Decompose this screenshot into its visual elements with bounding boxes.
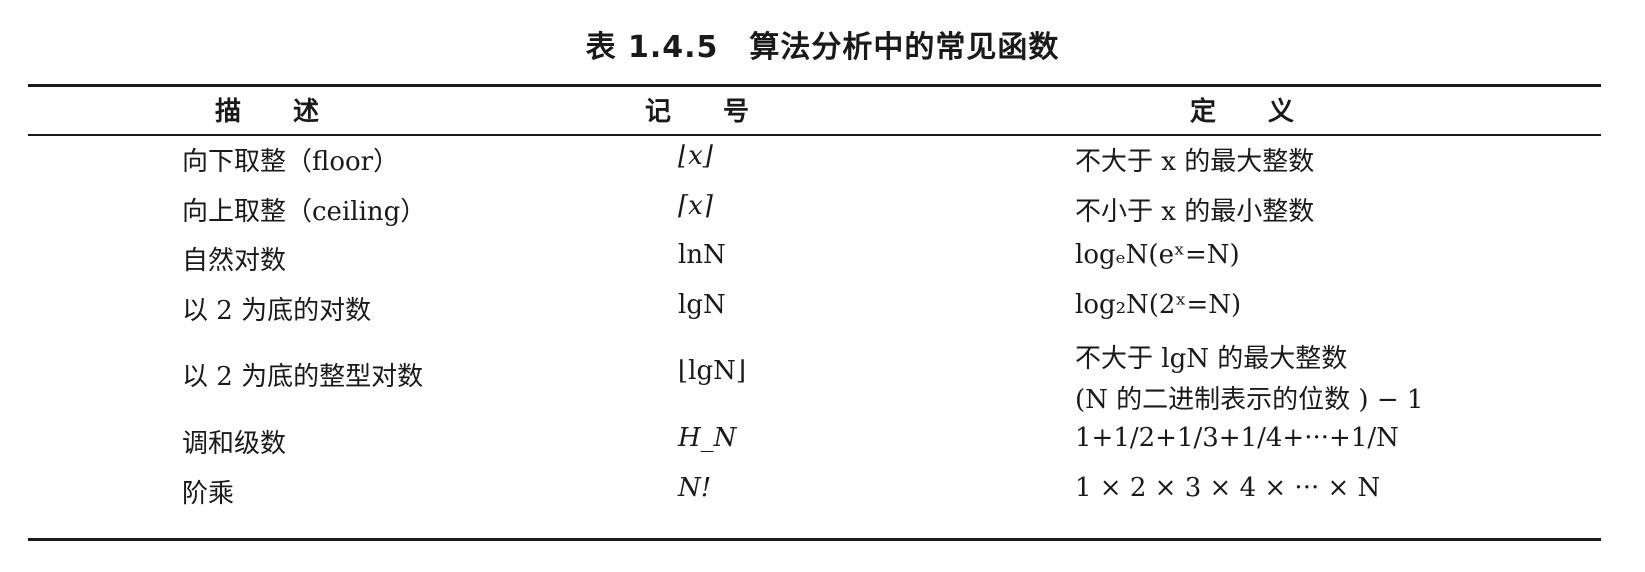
row-notation: N!	[678, 473, 712, 503]
row-notation: H_N	[678, 423, 737, 453]
table-bottom-rule	[28, 538, 1601, 541]
row-notation: lnN	[678, 240, 726, 270]
row-definition: 不大于 x 的最大整数	[1075, 147, 1315, 177]
row-definition: log₂N(2ˣ=N)	[1075, 290, 1242, 320]
row-notation: lgN	[678, 290, 726, 320]
row-definition: 1 × 2 × 3 × 4 × ··· × N	[1075, 473, 1381, 503]
header-notation: 记 号	[645, 97, 750, 127]
table-caption: 表 1.4.5 算法分析中的常见函数	[585, 30, 1060, 65]
page: 表 1.4.5 算法分析中的常见函数 描 述 记 号 定 义 向下取整（floo…	[0, 0, 1645, 572]
row-description: 阶乘	[182, 479, 235, 509]
row-description: 自然对数	[182, 246, 287, 276]
row-definition-line2: (N 的二进制表示的位数 ) − 1	[1075, 385, 1424, 415]
row-definition: logₑN(eˣ=N)	[1075, 240, 1240, 270]
row-definition: 不大于 lgN 的最大整数	[1075, 344, 1348, 374]
row-description: 以 2 为底的整型对数	[182, 362, 424, 392]
table-top-rule	[28, 84, 1601, 87]
row-description: 向下取整（floor）	[182, 147, 400, 177]
row-description: 以 2 为底的对数	[182, 296, 372, 326]
row-description: 向上取整（ceiling）	[182, 197, 427, 227]
row-notation: ⌊lgN⌋	[678, 356, 746, 386]
row-definition: 不小于 x 的最小整数	[1075, 197, 1315, 227]
header-description: 描 述	[215, 97, 320, 127]
header-definition: 定 义	[1190, 97, 1295, 127]
row-definition: 1+1/2+1/3+1/4+···+1/N	[1075, 423, 1399, 453]
row-notation: ⌊x⌋	[678, 141, 713, 171]
row-description: 调和级数	[182, 429, 287, 459]
row-definition-block: 不大于 lgN 的最大整数 (N 的二进制表示的位数 ) − 1	[1075, 338, 1423, 416]
table-header-rule	[28, 134, 1601, 136]
row-notation: ⌈x⌉	[678, 191, 713, 221]
